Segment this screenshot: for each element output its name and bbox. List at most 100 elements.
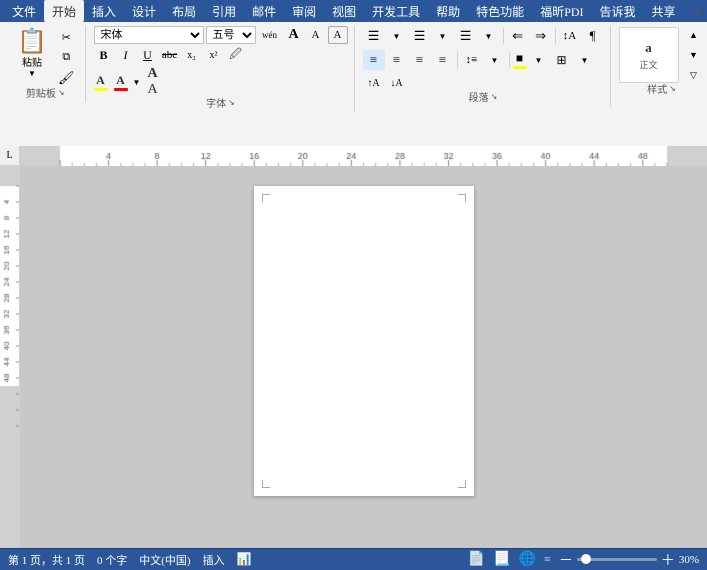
bold-button[interactable]: B [94,46,114,64]
font-color-btn[interactable]: A [114,73,128,91]
zoom-slider[interactable] [577,558,657,561]
shading-dropdown[interactable]: ▼ [528,51,550,69]
font-color-dropdown[interactable]: ▼ [132,73,142,91]
line-spacing-dropdown[interactable]: ▼ [484,51,506,69]
view-mode-web[interactable]: 🌐 [519,551,536,568]
numbered-button[interactable]: ☰ [409,26,431,46]
font-size-select[interactable]: 五号 [206,26,256,44]
paragraph-expand[interactable]: ↘ [491,92,498,101]
zoom-thumb [581,554,591,564]
styles-label: 样式 ↘ [613,81,707,96]
underline-button[interactable]: U [138,46,158,64]
page-corner-bl [262,480,270,488]
zoom-minus-btn[interactable]: － [559,550,573,570]
justify-button[interactable]: ≡ [432,50,454,70]
menu-tellme[interactable]: 告诉我 [592,1,644,22]
multilevel-dropdown[interactable]: ▼ [478,27,500,45]
cut-button[interactable]: ✂ [54,28,79,46]
bullets-dropdown[interactable]: ▼ [386,27,408,45]
font-size-display-btn[interactable]: A A [148,66,158,98]
line-spacing-button[interactable]: ↕≡ [461,51,483,69]
paste-button[interactable]: 📋 粘贴 ▼ [12,26,52,82]
menu-layout[interactable]: 布局 [164,1,204,22]
strikethrough-button[interactable]: abc [160,46,180,64]
clipboard-label: 剪贴板 ↘ [6,85,85,100]
ruler-area: L [0,146,707,166]
superscript-button[interactable]: x² [204,46,224,64]
clipboard-expand[interactable]: ↘ [58,88,65,97]
font-grow-btn[interactable]: A [284,26,304,44]
view-mode-outline[interactable]: ≡ [544,552,551,567]
insert-mode[interactable]: 插入 [203,552,225,568]
menu-references[interactable]: 引用 [204,1,244,22]
document-area[interactable] [20,166,707,548]
zoom-plus-btn[interactable]: ＋ [661,550,675,570]
macro-icon: 📊 [237,552,252,567]
font-label: 字体 ↘ [88,95,354,110]
borders-button[interactable]: ⊞ [551,51,573,70]
ribbon-content: 📋 粘贴 ▼ ✂ ⧉ 🖌 剪贴板 ↘ 宋体 [0,22,707,146]
ruler-corner[interactable]: L [0,146,20,166]
menu-mail[interactable]: 邮件 [244,1,284,22]
menu-design[interactable]: 设计 [124,1,164,22]
collapse-ribbon-button[interactable]: ▲ [693,0,703,22]
align-left-button[interactable]: ≡ [363,50,385,70]
ribbon-group-font: 宋体 五号 wén A A A B I U abc x₂ [88,26,355,112]
styles-scroll-down[interactable]: ▼ [683,46,705,64]
page-info[interactable]: 第 1 页，共 1 页 [8,552,85,568]
menu-review[interactable]: 审阅 [284,1,324,22]
document-page[interactable] [254,186,474,496]
style-normal-button[interactable]: a 正文 [619,27,679,83]
menu-file[interactable]: 文件 [4,1,44,22]
italic-button[interactable]: I [116,46,136,64]
ribbon-group-styles: a 正文 ▲ ▼ ▽ 样式 ↘ [613,26,707,98]
font-size-unit-btn[interactable]: wén [258,26,282,44]
align-right-button[interactable]: ≡ [409,50,431,70]
shading-button[interactable]: ■ [513,51,527,69]
styles-scroll-up[interactable]: ▲ [683,26,705,44]
align-center-button[interactable]: ≡ [386,50,408,70]
status-bar: 第 1 页，共 1 页 0 个字 中文(中国) 插入 📊 📄 📃 🌐 ≡ － ＋… [0,548,707,570]
ribbon-group-paragraph: ☰ ▼ ☰ ▼ ☰ ▼ ⇐ ⇒ ↕A ¶ ≡ ≡ ≡ [357,26,611,106]
increase-indent-button[interactable]: ⇒ [530,26,552,46]
copy-button[interactable]: ⧉ [54,48,79,66]
language[interactable]: 中文(中国) [139,552,190,568]
menu-devtools[interactable]: 开发工具 [364,1,428,22]
font-name-select[interactable]: 宋体 [94,26,204,44]
bullets-button[interactable]: ☰ [363,26,385,46]
paste-arrow[interactable]: ▼ [28,69,36,78]
subscript-button[interactable]: x₂ [182,46,202,64]
page-corner-tr [458,194,466,202]
zoom-controls: － ＋ 30% [559,550,699,570]
page-corner-br [458,480,466,488]
page-corner-tl [262,194,270,202]
main-area [0,166,707,548]
menu-share[interactable]: 共享 [644,1,684,22]
menu-start[interactable]: 开始 [44,0,84,22]
show-marks-button[interactable]: ¶ [582,26,604,46]
font-special-btn[interactable]: A [328,26,348,44]
font-shrink-btn[interactable]: A [306,26,326,44]
sort-button[interactable]: ↕A [559,27,581,45]
char-count[interactable]: 0 个字 [97,552,127,568]
menu-bar: 文件 开始 插入 设计 布局 引用 邮件 审阅 视图 开发工具 帮助 特色功能 … [0,0,707,22]
zoom-level[interactable]: 30% [679,554,699,566]
clear-format-button[interactable]: 🖉 [226,46,246,64]
menu-foxitpdi[interactable]: 福昕PDI [532,1,591,22]
menu-view[interactable]: 视图 [324,1,364,22]
view-mode-read[interactable]: 📄 [468,551,485,568]
decrease-indent-button[interactable]: ⇐ [507,26,529,46]
collapse-arrow-icon: ▲ [693,6,703,17]
vertical-ruler [0,166,20,548]
view-mode-print[interactable]: 📃 [493,551,510,568]
menu-help[interactable]: 帮助 [428,1,468,22]
multilevel-button[interactable]: ☰ [455,26,477,46]
horizontal-ruler [20,146,707,166]
font-highlight-btn[interactable]: A [94,73,108,91]
styles-expand[interactable]: ↘ [669,84,676,93]
borders-dropdown[interactable]: ▼ [574,51,596,69]
numbered-dropdown[interactable]: ▼ [432,27,454,45]
font-expand[interactable]: ↘ [228,98,235,107]
menu-features[interactable]: 特色功能 [468,1,532,22]
menu-insert[interactable]: 插入 [84,1,124,22]
